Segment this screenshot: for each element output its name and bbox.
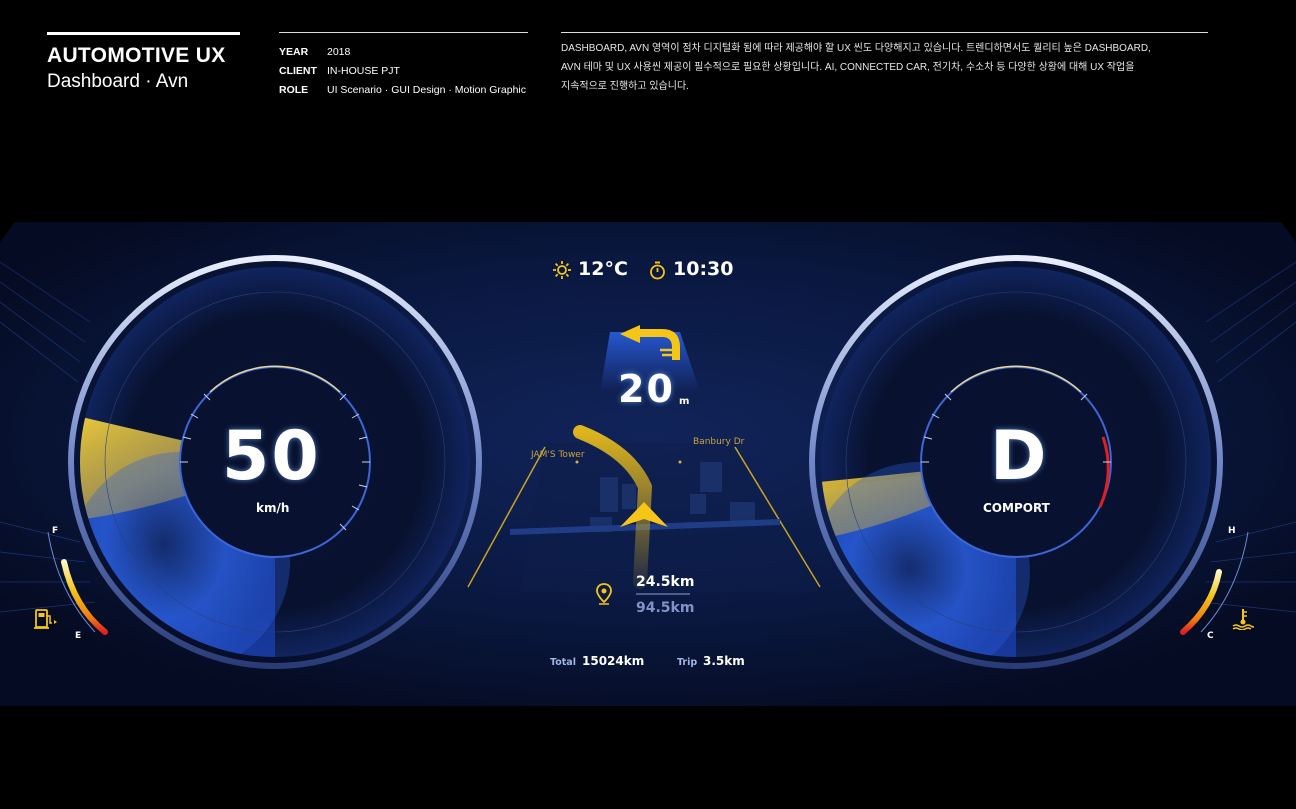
meta-value: 2018 [327, 45, 351, 58]
meta-row-role: ROLE UI Scenario · GUI Design · Motion G… [279, 80, 528, 99]
temp-hot-label: H [1228, 526, 1236, 536]
speed-unit: km/h [256, 501, 290, 515]
odometer-total-label: Total [550, 657, 576, 668]
meta-key: CLIENT [279, 64, 317, 77]
description-line: 지속적으로 진행하고 있습니다. [561, 81, 689, 92]
meta-value: IN-HOUSE PJT [327, 64, 400, 77]
gear-value: D [990, 417, 1049, 496]
project-meta: YEAR 2018 CLIENT IN-HOUSE PJT ROLE UI Sc… [279, 32, 528, 99]
odometer-trip-label: Trip [677, 657, 698, 668]
odometer-total-value: 15024km [582, 654, 645, 668]
fuel-full-label: F [52, 526, 59, 536]
drive-mode: COMPORT [983, 501, 1050, 515]
instrument-cluster: 12°C 10:30 20 m JAM'S Tower Banbury Dr 5… [0, 222, 1296, 706]
description-line: AVN 테마 및 UX 사용씬 제공이 필수적으로 필요한 상황입니다. AI,… [561, 62, 1135, 73]
brand-block: AUTOMOTIVE UX Dashboard · Avn [47, 32, 240, 94]
sun-icon [553, 261, 571, 279]
total-route-distance: 94.5km [636, 600, 695, 616]
remaining-distance: 24.5km [636, 574, 695, 590]
page-header: AUTOMOTIVE UX Dashboard · Avn YEAR 2018 … [0, 0, 1296, 120]
speed-value: 50 [222, 417, 321, 496]
meta-key: YEAR [279, 45, 309, 58]
odometer-trip-value: 3.5km [703, 654, 745, 668]
meta-value: UI Scenario · GUI Design · Motion Graphi… [327, 83, 526, 96]
temp-cold-label: C [1207, 631, 1214, 641]
meta-row-client: CLIENT IN-HOUSE PJT [279, 61, 528, 80]
poi-label-right: Banbury Dr [693, 437, 745, 447]
meta-row-year: YEAR 2018 [279, 42, 528, 61]
turn-distance: 20 [618, 367, 675, 411]
cluster-graphics [0, 222, 1296, 706]
clock-readout: 10:30 [673, 258, 734, 280]
coolant-temp-icon [1232, 608, 1254, 630]
page-subtitle: Dashboard · Avn [47, 71, 189, 92]
temperature-readout: 12°C [578, 258, 628, 280]
location-pin-icon [596, 583, 612, 605]
turn-distance-unit: m [679, 396, 690, 407]
poi-label-left: JAM'S Tower [531, 450, 585, 460]
page-title: AUTOMOTIVE UX [47, 44, 226, 67]
fuel-empty-label: E [75, 631, 82, 641]
fuel-pump-icon [34, 608, 58, 630]
meta-key: ROLE [279, 83, 309, 96]
description-line: DASHBOARD, AVN 영역이 점차 디지털화 됨에 따라 제공해야 할 … [561, 43, 1151, 54]
project-description: DASHBOARD, AVN 영역이 점차 디지털화 됨에 따라 제공해야 할 … [561, 32, 1208, 96]
stopwatch-icon [649, 261, 666, 280]
